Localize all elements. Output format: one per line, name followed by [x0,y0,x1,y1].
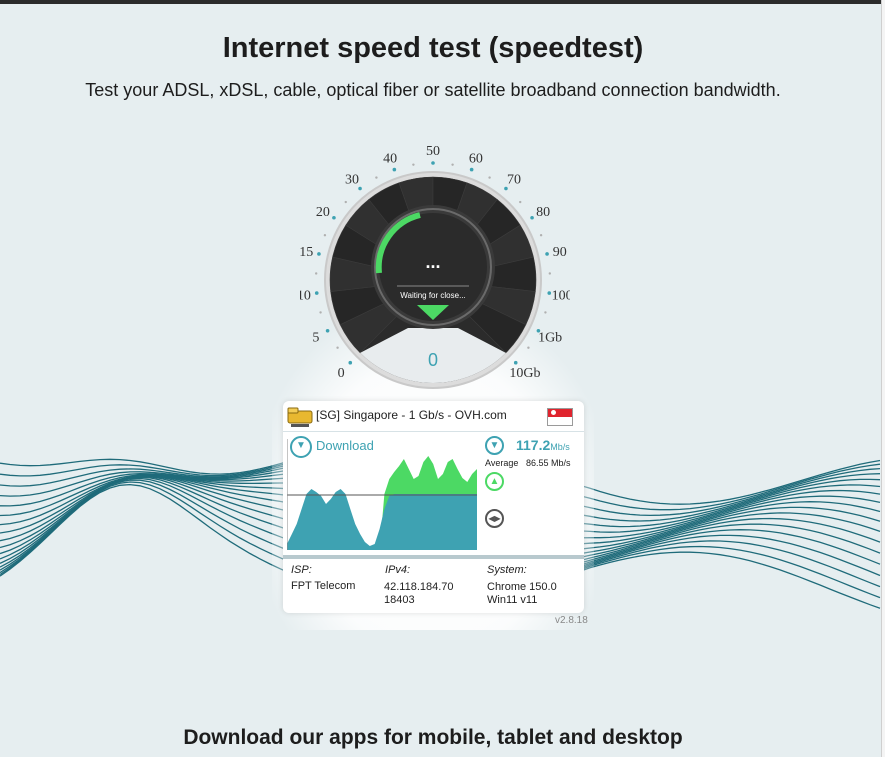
isp-label: ISP: [291,564,312,576]
gauge-scale-label: 30 [345,172,359,187]
version-label: v2.8.18 [555,615,588,626]
gauge-tick [539,234,543,237]
gauge-tick [314,272,318,275]
gauge-tick [332,215,336,220]
scrollbar[interactable] [881,0,885,757]
page-title: Internet speed test (speedtest) [222,32,644,64]
server-icon [287,407,313,427]
singapore-flag-icon [547,408,573,426]
download-graph [287,439,477,550]
gauge-current-value: 0 [428,350,438,370]
gauge-scale-label: 100 [552,289,570,304]
gauge-tick [544,311,547,314]
isp-value: FPT Telecom [291,580,356,592]
gauge-scale-label: 1Gb [538,330,562,345]
gauge-status-text: Waiting for close... [400,291,466,300]
gauge-tick [451,163,454,166]
download-speed-unit: Mb/s [550,442,570,452]
average-label: Average [485,458,519,468]
gauge-scale-label: 90 [553,245,567,260]
gauge-scale-label: 0 [338,366,345,381]
gauge-scale-label: 40 [383,151,397,166]
ipv4-label: IPv4: [385,564,411,576]
system-label: System: [487,564,527,576]
gauge-tick [431,161,435,165]
gauge-tick [317,252,321,256]
results-panel: [SG] Singapore - 1 Gb/s - OVH.com ▼ Down… [283,401,584,613]
gauge-tick [348,360,353,365]
gauge-scale-label: 70 [507,172,521,187]
download-speed: 117.2Mb/s [516,437,570,453]
gauge-scale-label: 50 [426,144,440,159]
gauge-tick [412,163,415,166]
ping-result-icon[interactable]: ◀▶ [485,509,504,528]
gauge-tick [513,360,518,365]
gauge-tick [548,272,552,275]
gauge-tick [469,167,474,172]
server-name: [SG] Singapore - 1 Gb/s - OVH.com [316,408,507,422]
gauge-scale-label: 20 [316,205,330,220]
system-os: Win11 v11 [487,594,538,606]
gauge-tick [344,200,347,204]
ipv4-value: 42.118.184.70 [384,581,454,593]
gauge-tick [530,215,534,220]
server-selector[interactable]: [SG] Singapore - 1 Gb/s - OVH.com [283,401,584,432]
gauge-tick [519,200,522,204]
gauge-tick [325,328,330,333]
gauge-center-dots: ... [425,252,440,272]
gauge-tick [314,291,319,295]
gauge-tick [545,252,549,256]
gauge-scale-label: 10Gb [509,366,540,381]
gauge-scale-label: 80 [536,205,550,220]
ipv4-port: 18403 [384,594,415,606]
speed-gauge: ... Waiting for close... 0 0 5 10 15 20 30 40 5… [300,144,570,389]
gauge-tick [375,176,378,179]
apps-heading: Download our apps for mobile, tablet and… [183,726,683,749]
gauge-tick [336,346,339,349]
page-subtitle: Test your ADSL, xDSL, cable, optical fib… [85,80,781,100]
gauge-tick [323,234,327,237]
gauge-tick [488,176,491,179]
gauge-scale-label: 10 [300,289,311,304]
average-value: 86.55 Mb/s [526,458,571,468]
system-browser: Chrome 150.0 [487,581,557,593]
upload-result-icon[interactable]: ▲ [485,472,504,491]
gauge-scale-label: 5 [312,330,319,345]
gauge-tick [547,291,552,295]
gauge-scale-label: 60 [469,151,483,166]
gauge-tick [392,167,397,172]
gauge-tick [319,311,322,314]
gauge-tick [527,346,530,349]
gauge-scale-label: 15 [300,245,313,260]
download-result-icon[interactable]: ▼ [485,436,504,455]
panel-divider [283,555,584,559]
